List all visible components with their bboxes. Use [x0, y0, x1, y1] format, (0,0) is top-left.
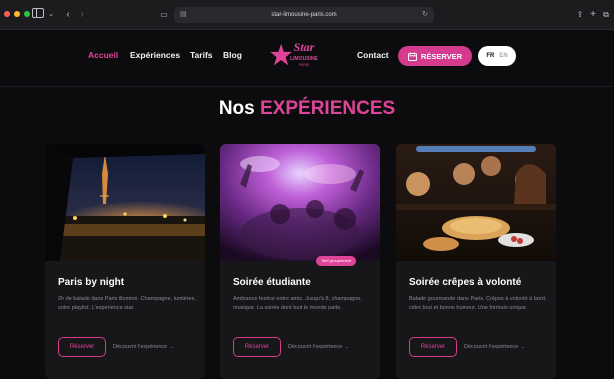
card-title: Soirée étudiante [233, 277, 311, 288]
nav-link-experiences[interactable]: Expériences [130, 50, 180, 60]
card-description: 2h de balade dans Paris illuminé. Champa… [58, 296, 196, 311]
nav-link-tarifs[interactable]: Tarifs [190, 50, 213, 60]
experience-card-soiree-crepes[interactable]: Soirée crêpes à volonté Balade gourmande… [396, 144, 556, 379]
chevron-down-icon[interactable]: ⌄ [47, 8, 55, 22]
lang-fr[interactable]: FR [486, 53, 494, 59]
card-discover-link[interactable]: Découvrir l'expérience → [113, 344, 174, 350]
nav-link-accueil[interactable]: Accueil [88, 50, 118, 60]
experience-card-soiree-etudiante[interactable]: Tarif groupement Soirée étudiante Ambian… [220, 144, 380, 379]
card-image-party [220, 144, 380, 261]
section-title-plain: Nos [218, 98, 255, 119]
site-settings-icon[interactable]: ▤ [180, 7, 187, 23]
window-controls [4, 11, 30, 17]
forward-arrow-icon[interactable]: › [76, 8, 88, 22]
card-discover-link[interactable]: Découvrir l'expérience → [288, 344, 349, 350]
card-reserve-button[interactable]: Réserver [409, 337, 457, 357]
reserve-button-label: RÉSERVER [420, 51, 463, 61]
site-logo[interactable]: Star LIMOUSINE PARIS [270, 39, 330, 71]
svg-text:LIMOUSINE: LIMOUSINE [290, 56, 318, 62]
sidebar-toggle-icon[interactable] [30, 8, 46, 22]
calendar-icon [407, 52, 417, 61]
site-header: Accueil Expériences Tarifs Blog Star LIM… [0, 30, 614, 86]
card-discover-link[interactable]: Découvrir l'expérience → [464, 344, 525, 350]
card-description: Balade gourmande dans Paris. Crêpes à vo… [409, 296, 547, 311]
minimize-window-button[interactable] [14, 11, 20, 17]
card-reserve-button[interactable]: Réserver [58, 337, 106, 357]
address-bar[interactable]: ▤ star-limousine-paris.com ↻ [174, 7, 434, 23]
nav-link-blog[interactable]: Blog [223, 50, 242, 60]
card-reserve-button[interactable]: Réserver [233, 337, 281, 357]
nav-link-contact[interactable]: Contact [357, 50, 389, 60]
lang-en[interactable]: EN [499, 53, 507, 59]
card-image-paris-night [45, 144, 205, 261]
header-divider [0, 86, 614, 87]
close-window-button[interactable] [4, 11, 10, 17]
page: Accueil Expériences Tarifs Blog Star LIM… [0, 30, 614, 379]
svg-text:PARIS: PARIS [299, 63, 310, 67]
reserve-button[interactable]: RÉSERVER [398, 46, 472, 66]
section-title-accent: EXPÉRIENCES [260, 98, 396, 119]
share-icon[interactable]: ⇪ [574, 8, 586, 22]
language-switcher[interactable]: FR EN [478, 46, 516, 66]
section-title: Nos EXPÉRIENCES [0, 98, 614, 120]
reload-icon[interactable]: ↻ [422, 7, 428, 23]
tabs-icon[interactable]: ⧉ [600, 8, 612, 22]
star-logo-icon: Star LIMOUSINE PARIS [270, 40, 319, 67]
card-title: Soirée crêpes à volonté [409, 277, 522, 288]
url-text: star-limousine-paris.com [271, 12, 337, 18]
experience-card-paris-by-night[interactable]: Paris by night 2h de balade dans Paris i… [45, 144, 205, 379]
group-rate-badge: Tarif groupement [316, 256, 357, 266]
svg-text:Star: Star [294, 40, 315, 54]
new-tab-icon[interactable]: + [588, 8, 598, 22]
card-title: Paris by night [58, 277, 125, 288]
back-arrow-icon[interactable]: ‹ [62, 8, 74, 22]
browser-toolbar: ⌄ ‹ › ▭ ▤ star-limousine-paris.com ↻ ⇪ +… [0, 0, 614, 30]
card-image-crepes [396, 144, 556, 261]
tab-overview-icon[interactable]: ▭ [158, 8, 170, 22]
card-description: Ambiance festive entre amis. Jusqu'à 8, … [233, 296, 362, 311]
